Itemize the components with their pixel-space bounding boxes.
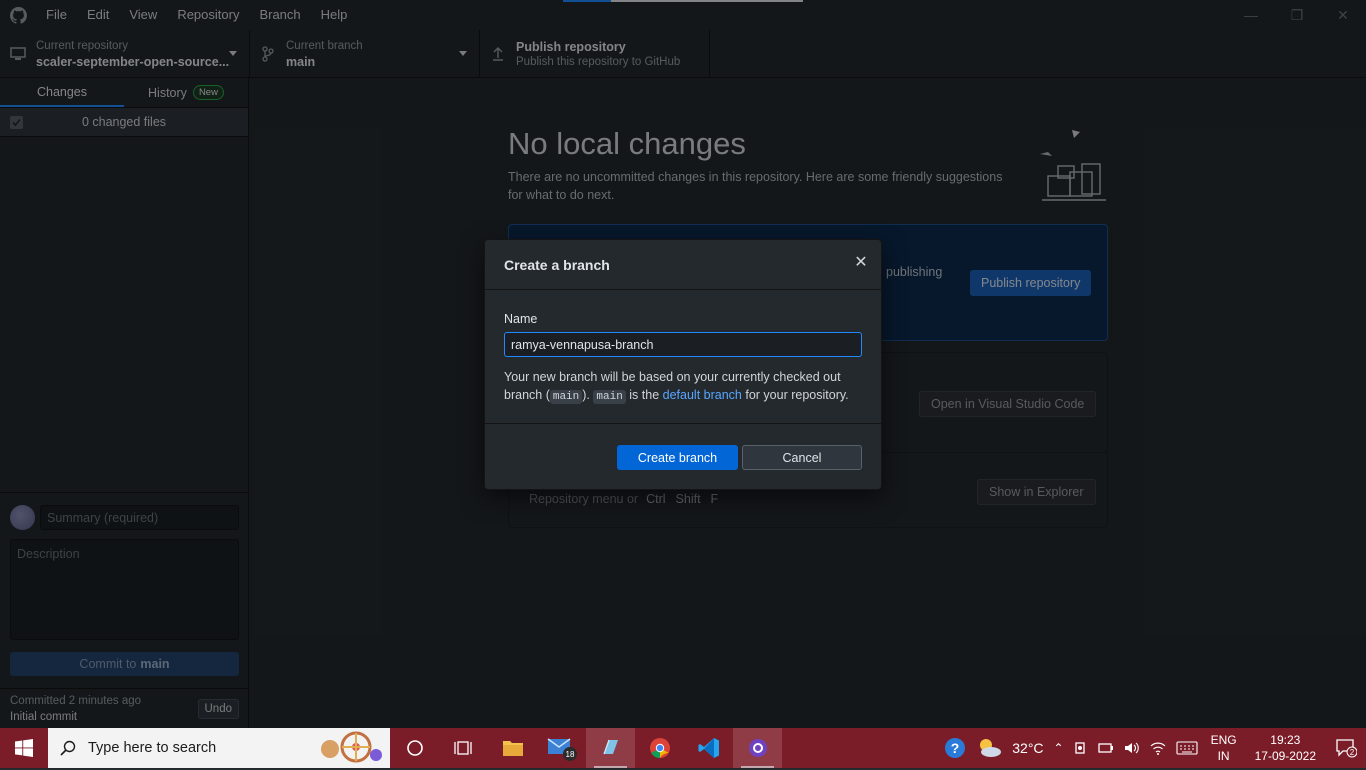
clock[interactable]: 19:23 17-09-2022 — [1245, 732, 1326, 764]
chrome-icon[interactable] — [635, 728, 684, 768]
note-code-2: main — [593, 390, 626, 404]
mail-icon[interactable]: 18 — [537, 728, 586, 768]
create-branch-dialog: Create a branch ✕ Name ramya-vennapusa-b… — [484, 239, 882, 490]
lang-line-2: IN — [1217, 749, 1230, 763]
file-explorer-icon[interactable] — [488, 728, 537, 768]
search-highlight-icon — [316, 731, 386, 765]
clock-time: 19:23 — [1270, 733, 1301, 747]
battery-icon[interactable] — [1093, 741, 1119, 755]
meet-now-icon[interactable] — [1069, 741, 1093, 755]
help-icon[interactable]: ? — [939, 737, 971, 759]
default-branch-link[interactable]: default branch — [663, 388, 742, 402]
windows-start-icon[interactable] — [0, 728, 48, 768]
lang-line-1: ENG — [1210, 733, 1237, 747]
task-view-icon[interactable] — [439, 728, 488, 768]
svg-text:?: ? — [951, 740, 960, 756]
windows-taskbar: Type here to search 18 ? 32°C ⌃ ENG IN 1… — [0, 728, 1366, 768]
search-icon — [48, 740, 88, 756]
dialog-title: Create a branch — [504, 257, 610, 273]
chevron-up-icon[interactable]: ⌃ — [1049, 741, 1069, 755]
github-desktop-icon[interactable] — [733, 728, 782, 768]
note-text-3: is the — [629, 388, 660, 402]
cortana-icon[interactable] — [390, 728, 439, 768]
cancel-button[interactable]: Cancel — [742, 445, 862, 470]
notification-count: 2 — [1350, 748, 1355, 757]
branch-note: Your new branch will be based on your cu… — [504, 368, 864, 406]
weather-icon[interactable] — [971, 737, 1007, 759]
clock-date: 17-09-2022 — [1254, 749, 1316, 763]
temperature[interactable]: 32°C — [1007, 740, 1048, 756]
dialog-header: Create a branch ✕ — [485, 240, 881, 290]
branch-name-input[interactable]: ramya-vennapusa-branch — [504, 332, 862, 357]
note-code-1: main — [549, 390, 583, 404]
keyboard-icon[interactable] — [1171, 741, 1203, 755]
vscode-icon[interactable] — [684, 728, 733, 768]
dialog-divider — [485, 423, 881, 424]
notepad-icon[interactable] — [586, 728, 635, 768]
volume-icon[interactable] — [1119, 741, 1145, 755]
notification-center-icon[interactable]: 2 — [1326, 728, 1366, 768]
name-label: Name — [504, 312, 538, 326]
mail-badge: 18 — [565, 750, 574, 759]
close-icon[interactable]: ✕ — [853, 255, 869, 271]
taskbar-search[interactable]: Type here to search — [48, 728, 390, 768]
system-tray: ? 32°C ⌃ ENG IN 19:23 17-09-2022 2 — [939, 728, 1366, 768]
language-indicator[interactable]: ENG IN — [1203, 732, 1245, 764]
note-text-2: ). — [582, 388, 590, 402]
create-branch-button[interactable]: Create branch — [617, 445, 738, 470]
note-text-4: for your repository. — [745, 388, 849, 402]
wifi-icon[interactable] — [1145, 741, 1171, 755]
search-placeholder: Type here to search — [88, 740, 217, 756]
